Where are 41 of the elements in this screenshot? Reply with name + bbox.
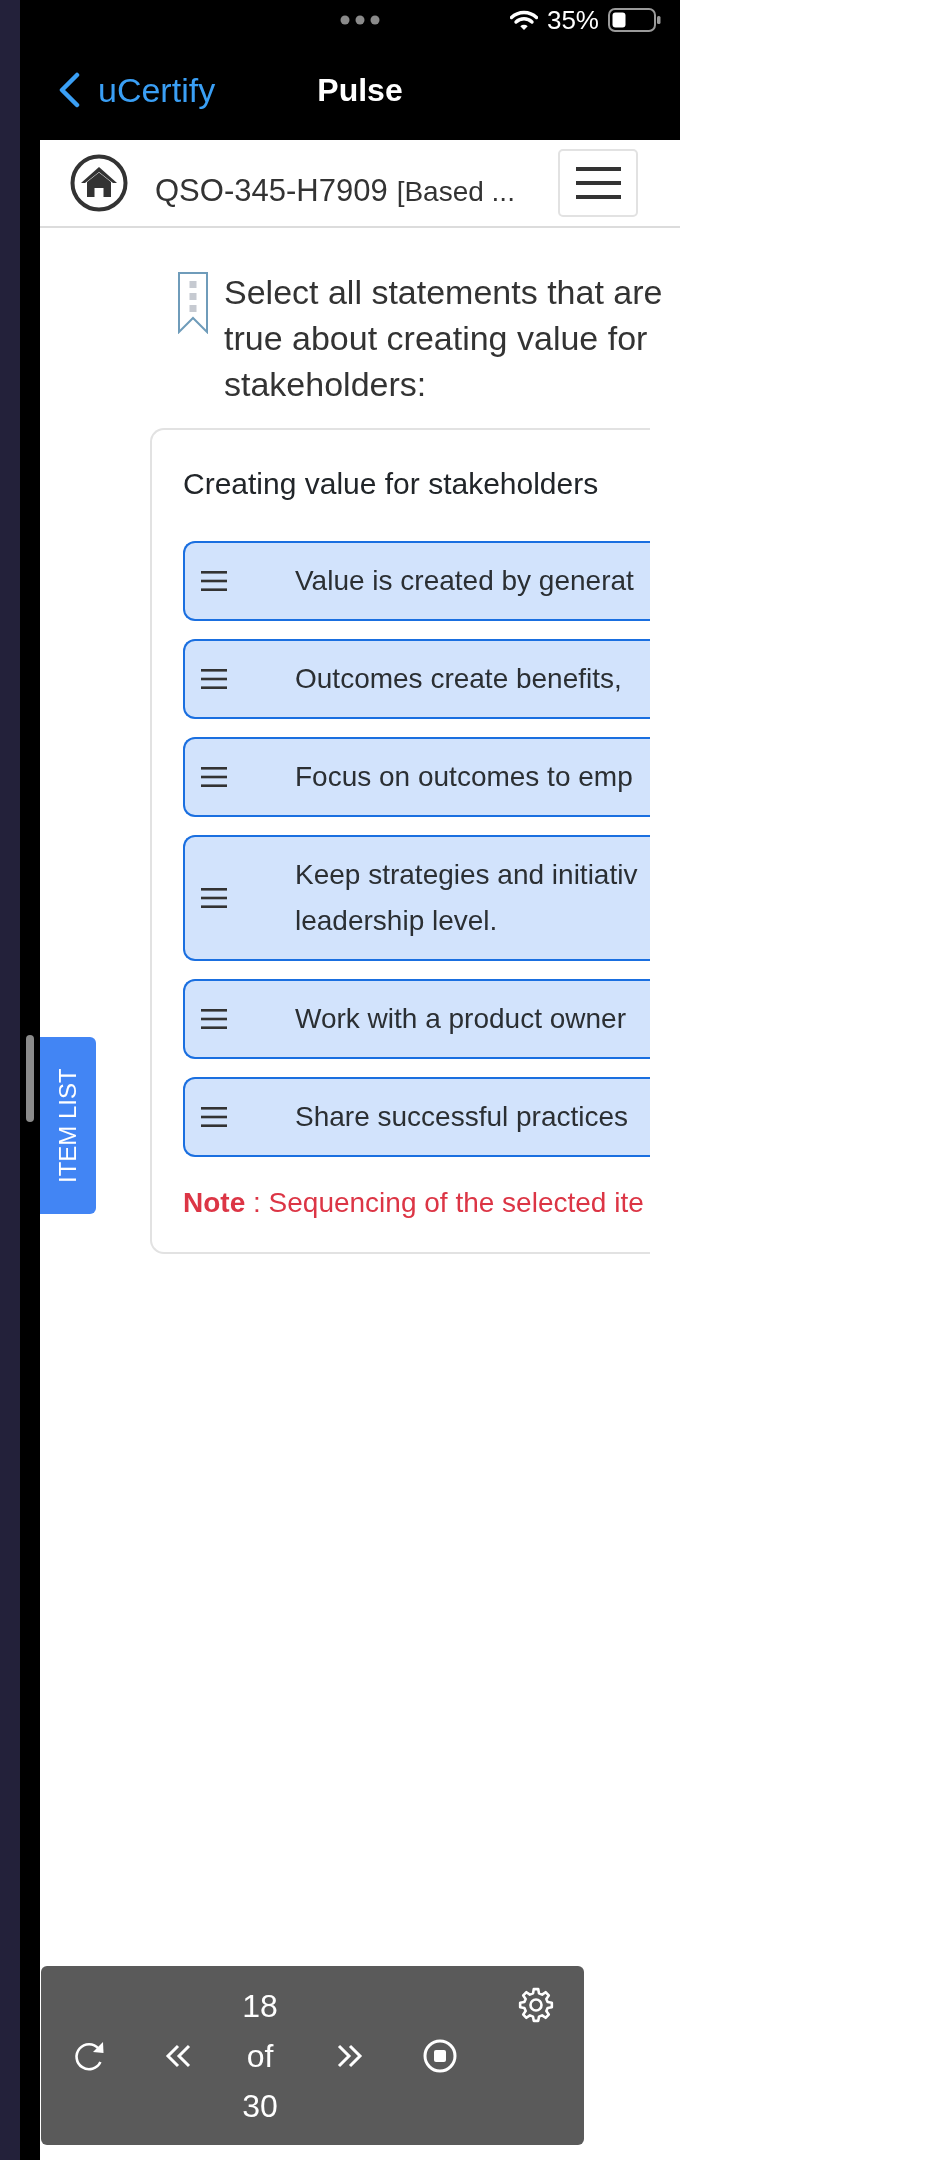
hamburger-icon <box>201 571 227 591</box>
total-questions: 30 <box>242 2086 278 2126</box>
sortable-item[interactable]: Share successful practices <box>183 1077 650 1157</box>
page-title: Pulse <box>317 71 403 110</box>
hamburger-icon <box>201 1107 227 1127</box>
hamburger-icon <box>201 767 227 787</box>
item-text: Share successful practices <box>295 1100 629 1134</box>
note-text: Note : Sequencing of the selected ite <box>183 1186 645 1220</box>
sortable-item[interactable]: Keep strategies and initiativ leadership level. <box>183 835 650 961</box>
back-button[interactable]: uCertify <box>58 70 216 110</box>
sortable-item[interactable]: Focus on outcomes to emp <box>183 737 650 817</box>
course-title: QSO-345-H7909 <box>155 171 388 210</box>
hamburger-icon <box>201 1009 227 1029</box>
item-text: Value is created by generat <box>295 564 634 598</box>
card-title: Creating value for stakeholders <box>183 466 600 502</box>
counter-separator: of <box>246 2036 274 2076</box>
current-question-number: 18 <box>242 1986 278 2026</box>
sortable-item[interactable]: Outcomes create benefits, <box>183 639 650 719</box>
item-text: Outcomes create benefits, <box>295 662 622 696</box>
home-icon[interactable] <box>70 154 128 212</box>
sortable-item[interactable]: Value is created by generat <box>183 541 650 621</box>
item-text: Focus on outcomes to emp <box>295 760 633 794</box>
sortable-item[interactable]: Work with a product owner <box>183 979 650 1059</box>
menu-icon <box>575 167 621 199</box>
hamburger-icon <box>201 888 227 908</box>
side-handle[interactable] <box>26 1035 34 1122</box>
chevron-left-icon <box>58 72 80 108</box>
three-dots-icon[interactable] <box>340 15 380 25</box>
hamburger-icon <box>201 669 227 689</box>
course-subtitle: [Based ... <box>396 174 515 209</box>
battery-percentage: 35% <box>546 5 599 35</box>
item-list-tab[interactable]: ITEM LIST <box>40 1037 96 1214</box>
item-text: Keep strategies and initiativ leadership level. <box>295 858 638 938</box>
menu-button[interactable] <box>558 149 638 217</box>
settings-icon[interactable] <box>518 1987 554 2023</box>
question-text: Select all statements that are true about creating value for stakeholders: <box>224 272 664 405</box>
battery-icon <box>608 8 662 32</box>
bookmark-icon[interactable] <box>177 271 209 334</box>
item-text: Work with a product owner <box>295 1002 626 1036</box>
stop-icon[interactable] <box>423 2038 457 2073</box>
wifi-icon <box>509 9 538 31</box>
